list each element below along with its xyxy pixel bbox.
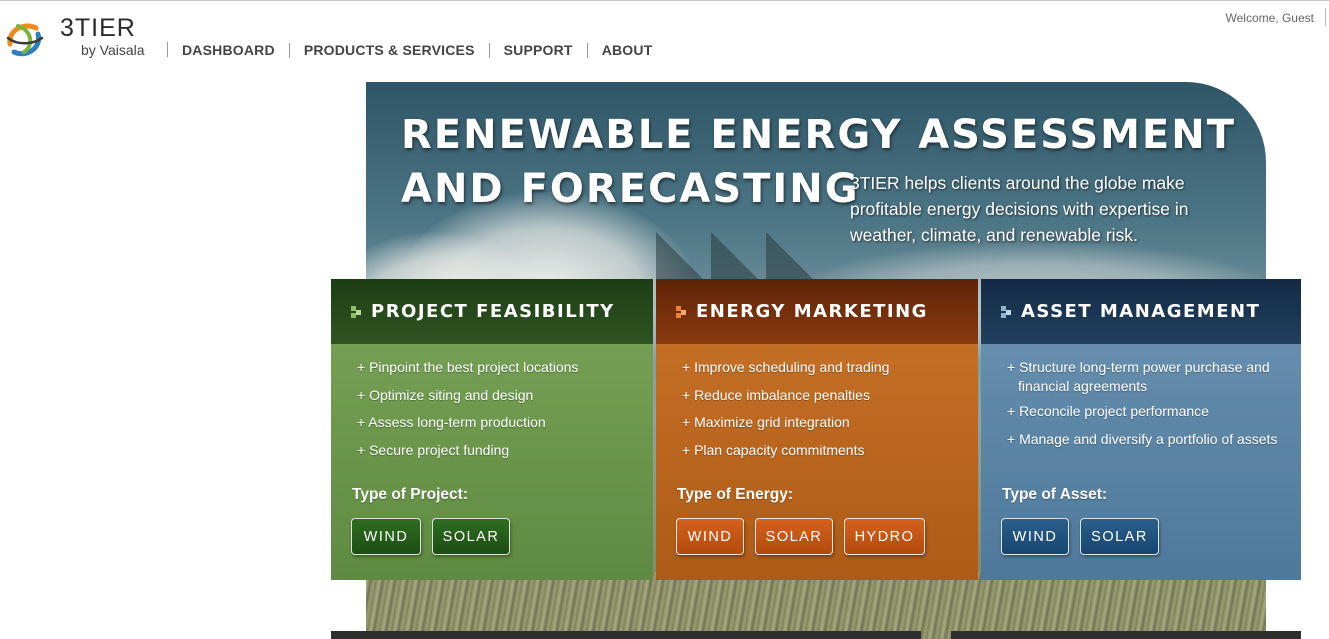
- list-item: + Improve scheduling and trading: [682, 359, 890, 375]
- list-item: + Manage and diversify a portfolio of as…: [1007, 430, 1278, 447]
- panel-title: ENERGY MARKETING: [696, 301, 928, 322]
- footer-bar: [331, 631, 921, 639]
- type-label: Type of Energy:: [677, 486, 793, 503]
- feasibility-solar-button[interactable]: SOLAR: [432, 518, 510, 555]
- marketing-wind-button[interactable]: WIND: [676, 518, 744, 555]
- panel-asset-management: ASSET MANAGEMENT + Structure long-term p…: [981, 279, 1301, 580]
- pixel-arrow-icon: [676, 305, 686, 318]
- panel-title: PROJECT FEASIBILITY: [371, 301, 615, 322]
- logo-name: 3TIER: [60, 14, 136, 42]
- nav-about[interactable]: ABOUT: [588, 42, 667, 58]
- button-row: WIND SOLAR: [351, 518, 510, 555]
- list-item: + Secure project funding: [357, 441, 510, 458]
- list-item: + Pinpoint the best project locations: [357, 359, 579, 375]
- bullet-list: + Improve scheduling and trading + Reduc…: [656, 344, 978, 460]
- nav-support[interactable]: SUPPORT: [490, 42, 587, 58]
- marketing-solar-button[interactable]: SOLAR: [755, 518, 833, 555]
- footer-bar: [951, 631, 1301, 639]
- hero-description: 3TIER helps clients around the globe mak…: [850, 173, 1189, 245]
- top-border: [0, 0, 1329, 1]
- panel-project-feasibility: PROJECT FEASIBILITY + Pinpoint the best …: [331, 279, 653, 580]
- asset-solar-button[interactable]: SOLAR: [1080, 518, 1159, 555]
- main-nav: DASHBOARD PRODUCTS & SERVICES SUPPORT AB…: [168, 41, 666, 59]
- list-item: + Plan capacity commitments: [682, 441, 865, 458]
- panel-energy-marketing: ENERGY MARKETING + Improve scheduling an…: [656, 279, 978, 580]
- panel-title: ASSET MANAGEMENT: [1021, 301, 1261, 322]
- bullet-list: + Pinpoint the best project locations + …: [331, 344, 653, 460]
- pixel-arrow-icon: [351, 305, 361, 318]
- logo-swirl-icon: [6, 23, 44, 57]
- button-row: WIND SOLAR HYDRO: [676, 518, 925, 555]
- list-item: + Optimize siting and design: [357, 386, 534, 403]
- panel-header: PROJECT FEASIBILITY: [331, 279, 653, 344]
- list-item: + Maximize grid integration: [682, 414, 850, 430]
- bullet-list: + Structure long-term power purchase and…: [981, 344, 1301, 449]
- panel-header: ENERGY MARKETING: [656, 279, 978, 344]
- list-item: + Structure long-term power purchase and…: [1007, 359, 1270, 394]
- asset-wind-button[interactable]: WIND: [1001, 518, 1069, 555]
- type-label: Type of Project:: [352, 486, 468, 503]
- marketing-hydro-button[interactable]: HYDRO: [844, 518, 925, 555]
- nav-dashboard[interactable]: DASHBOARD: [168, 42, 289, 58]
- list-item: + Reduce imbalance penalties: [682, 386, 870, 403]
- list-item: + Assess long-term production: [357, 414, 546, 430]
- list-item: + Reconcile project performance: [1007, 403, 1209, 419]
- logo-subtitle: by Vaisala: [81, 42, 145, 58]
- panel-header: ASSET MANAGEMENT: [981, 279, 1301, 344]
- feasibility-wind-button[interactable]: WIND: [351, 518, 421, 555]
- hero-title-line1: RENEWABLE ENERGY ASSESSMENT: [401, 112, 1237, 158]
- type-label: Type of Asset:: [1002, 486, 1108, 503]
- welcome-text: Welcome, Guest: [1225, 11, 1314, 25]
- pixel-arrow-icon: [1001, 305, 1011, 318]
- hero-grass: [366, 572, 1266, 639]
- nav-products-services[interactable]: PRODUCTS & SERVICES: [290, 42, 489, 58]
- button-row: WIND SOLAR: [1001, 518, 1159, 555]
- hero-title-line2: AND FORECASTING: [401, 166, 860, 212]
- logo[interactable]: 3TIER by Vaisala: [4, 14, 164, 64]
- welcome-divider: [1325, 8, 1326, 26]
